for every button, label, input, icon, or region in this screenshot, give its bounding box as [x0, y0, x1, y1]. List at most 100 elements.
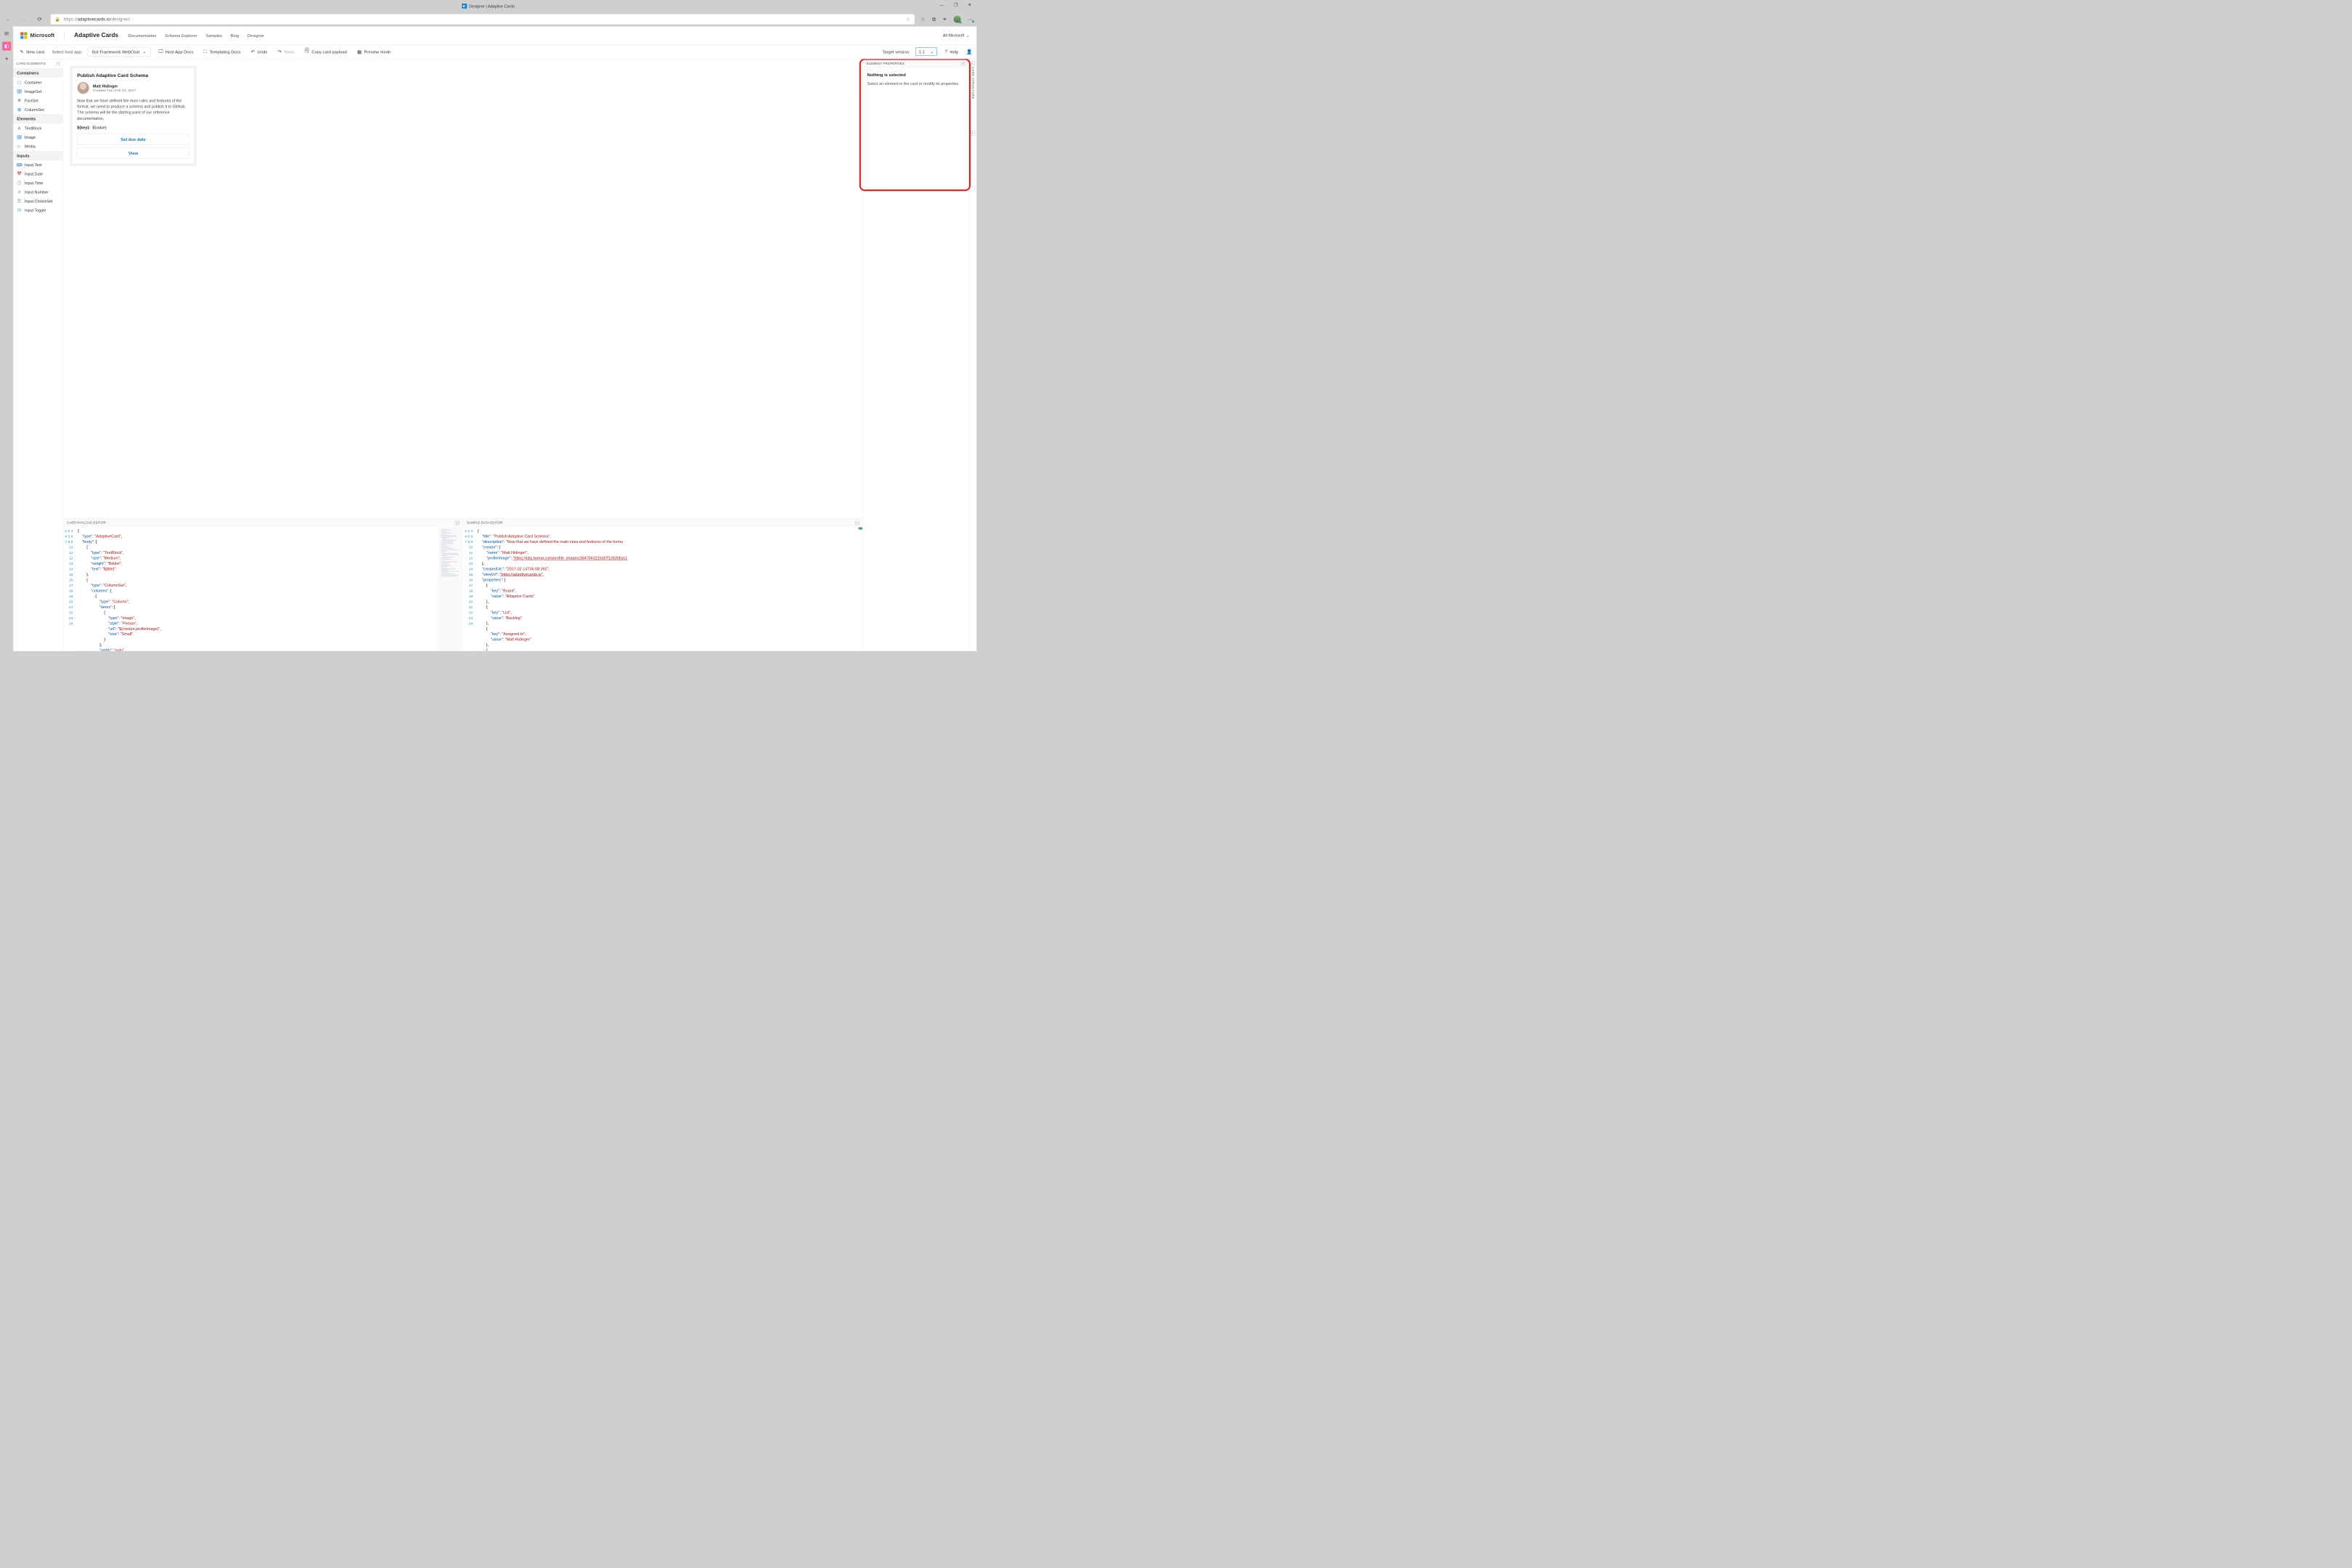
element-item-input-number[interactable]: #Input.Number — [13, 187, 63, 196]
properties-heading: Nothing is selected — [867, 73, 965, 78]
back-button[interactable]: ← — [4, 15, 13, 24]
nav-schema-explorer[interactable]: Schema Explorer — [165, 33, 197, 38]
new-card-button[interactable]: ✎New card — [17, 47, 46, 57]
collapse-icon[interactable]: − — [57, 62, 60, 65]
element-item-input-choiceset[interactable]: ☰Input.ChoiceSet — [13, 197, 63, 205]
element-item-input-toggle[interactable]: ☑Input.Toggle — [13, 205, 63, 214]
help-button[interactable]: ?Help — [942, 47, 961, 56]
maximize-button[interactable]: ❐ — [949, 0, 963, 9]
new-icon: ✎ — [20, 49, 24, 54]
undo-button[interactable]: ↶Undo — [248, 47, 269, 57]
extensions-icon[interactable]: ⚭ — [942, 16, 947, 23]
element-item-container[interactable]: ▢Container — [13, 78, 63, 86]
collapse-icon[interactable]: − — [971, 62, 975, 65]
element-icon: ⌨ — [17, 163, 22, 168]
favorites-icon[interactable]: ☆ — [920, 16, 926, 23]
view-button[interactable]: View — [77, 147, 189, 159]
minimize-button[interactable]: — — [935, 0, 949, 9]
author-avatar — [77, 82, 89, 94]
collections-icon[interactable]: ⧉ — [932, 16, 936, 23]
menu-icon[interactable]: ⋯ — [968, 16, 973, 23]
element-icon: ☰ — [17, 199, 22, 204]
target-version-label: Target version: — [882, 49, 910, 54]
host-app-docs-button[interactable]: 🖵Host App Docs — [156, 47, 196, 56]
element-item-image[interactable]: 🖼Image — [13, 133, 63, 142]
card-payload-editor[interactable]: CARD PAYLOAD EDITOR− 1 2 3 4 5 6 7 8 9 1… — [63, 519, 463, 651]
element-icon: A — [17, 126, 22, 131]
nav-blog[interactable]: Blog — [231, 33, 240, 38]
expand-icon[interactable]: + — [971, 131, 975, 136]
preview-icon: ▦ — [357, 49, 362, 54]
element-group-header[interactable]: Containers — [13, 68, 63, 78]
element-item-media[interactable]: ▷Media — [13, 142, 63, 150]
user-icon[interactable]: 👤 — [966, 49, 972, 54]
collapse-icon[interactable]: − — [855, 521, 859, 525]
author-date: Created Tue, Feb 14, 2017 — [93, 88, 136, 92]
brand-title[interactable]: Adaptive Cards — [74, 32, 118, 39]
properties-title: ELEMENT PROPERTIES — [867, 62, 905, 65]
element-icon: # — [17, 189, 22, 195]
app-icon: ◧ — [462, 4, 467, 9]
element-icon: 🖼 — [17, 89, 22, 94]
copy-payload-button[interactable]: 🗐Copy card payload — [302, 46, 349, 57]
element-icon: 📅 — [17, 171, 22, 176]
address-bar[interactable]: 🔒 https://adaptivecards.io/designer/ ✩ — [51, 15, 915, 25]
window-title: Designer | Adaptive Cards — [469, 4, 515, 8]
reload-button[interactable]: ⟳ — [35, 15, 44, 24]
reader-icon[interactable]: ✩ — [907, 17, 910, 22]
all-microsoft-dropdown[interactable]: All Microsoft⌄ — [943, 33, 969, 38]
element-item-columnset[interactable]: ▥ColumnSet — [13, 105, 63, 113]
element-item-imageset[interactable]: 🖼ImageSet — [13, 87, 63, 96]
collapse-icon[interactable]: − — [961, 62, 965, 65]
add-tab-button[interactable]: + — [2, 54, 11, 63]
target-version-select[interactable]: 1.1⌄ — [915, 48, 937, 56]
help-icon: ? — [944, 49, 947, 54]
close-button[interactable]: ✕ — [963, 0, 976, 9]
card-title: Publish Adaptive Card Schema — [77, 73, 189, 78]
element-item-input-time[interactable]: 🕒Input.Time — [13, 179, 63, 187]
element-icon: ▥ — [17, 107, 22, 112]
element-group-header[interactable]: Inputs — [13, 151, 63, 160]
microsoft-logo[interactable]: Microsoft — [20, 32, 54, 38]
nav-documentation[interactable]: Documentation — [128, 33, 156, 38]
templating-docs-button[interactable]: ⛶Templating Docs — [201, 47, 243, 56]
app-header: Microsoft Adaptive Cards Documentation S… — [13, 27, 976, 45]
nav-samples[interactable]: Samples — [205, 33, 222, 38]
profile-avatar[interactable] — [954, 16, 961, 23]
element-item-input-date[interactable]: 📅Input.Date — [13, 169, 63, 178]
tabs-icon[interactable]: ▤ — [2, 29, 11, 38]
chevron-down-icon: ⌄ — [142, 49, 146, 54]
lock-icon: 🔒 — [55, 17, 60, 22]
sample-data-editor[interactable]: SAMPLE DATA EDITOR− 1 2 3 4 5 6 7 8 9 10… — [463, 519, 862, 651]
properties-text: Select an element in the card to modify … — [867, 81, 965, 86]
host-app-select[interactable]: Bot Framework WebChat⌄ — [88, 47, 151, 57]
element-item-input-text[interactable]: ⌨Input.Text — [13, 160, 63, 169]
payload-editor-title: CARD PAYLOAD EDITOR — [67, 521, 106, 525]
card-structure-rail[interactable]: − CARD STRUCTURE + — [968, 59, 976, 650]
forward-button[interactable]: → — [20, 15, 29, 24]
preview-mode-button[interactable]: ▦Preview mode — [355, 47, 393, 57]
card-description: Now that we have defined the main rules … — [77, 98, 189, 121]
redo-button[interactable]: ↷Redo — [275, 47, 296, 57]
element-icon: 🖼 — [17, 135, 22, 140]
card-factset: ${key}: ${value} — [77, 126, 189, 130]
card-structure-label: CARD STRUCTURE — [971, 67, 975, 99]
designer-canvas[interactable]: Publish Adaptive Card Schema Matt Hiding… — [63, 59, 862, 518]
browser-siderail: ▤ ◧ + — [0, 27, 13, 651]
active-tab-icon[interactable]: ◧ — [2, 41, 11, 50]
collapse-icon[interactable]: − — [456, 521, 460, 525]
adaptive-card-preview[interactable]: Publish Adaptive Card Schema Matt Hiding… — [70, 66, 196, 166]
element-group-header[interactable]: Elements — [13, 114, 63, 123]
nav-links: Documentation Schema Explorer Samples Bl… — [128, 33, 264, 38]
element-item-factset[interactable]: ≣FactSet — [13, 96, 63, 105]
nav-designer[interactable]: Designer — [248, 33, 264, 38]
designer-toolbar: ✎New card Select host app: Bot Framework… — [13, 44, 976, 59]
window-titlebar: ◧ Designer | Adaptive Cards — ❐ ✕ — [0, 0, 976, 12]
browser-toolbar: ← → ⟳ 🔒 https://adaptivecards.io/designe… — [0, 12, 976, 27]
element-icon: ▷ — [17, 144, 22, 149]
chevron-down-icon: ⌄ — [966, 33, 970, 38]
minimap[interactable] — [438, 527, 462, 651]
element-item-textblock[interactable]: ATextBlock — [13, 123, 63, 132]
doc-icon: 🖵 — [158, 49, 163, 54]
set-due-date-button[interactable]: Set due date — [77, 134, 189, 145]
